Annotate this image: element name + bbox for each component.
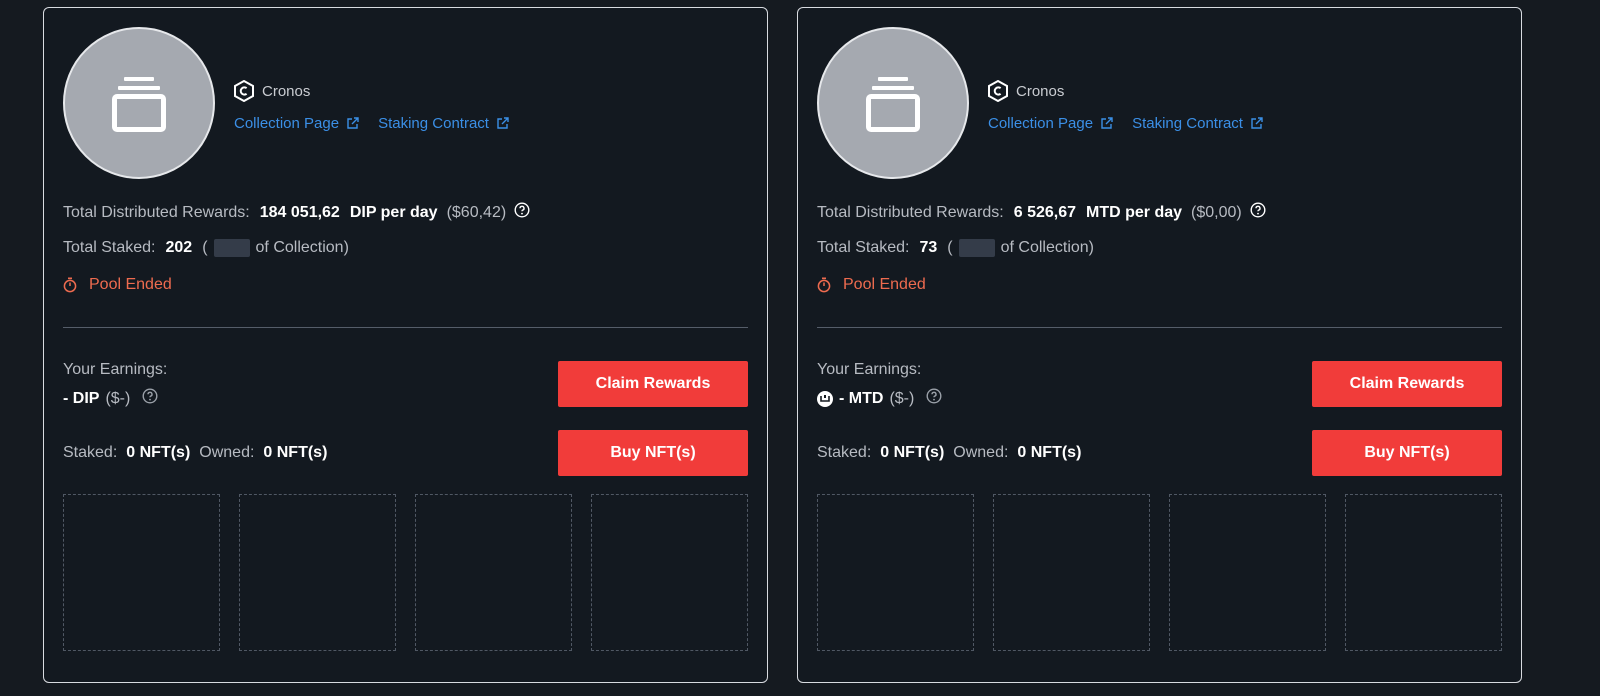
total-rewards-row: Total Distributed Rewards: 184 051,62 DI… (63, 202, 530, 223)
stopwatch-icon (817, 277, 831, 293)
collection-percent-placeholder (958, 239, 995, 257)
staking-contract-link[interactable]: Staking Contract (378, 115, 509, 132)
nft-slot[interactable] (817, 494, 974, 651)
nft-slot-grid (63, 494, 748, 651)
cronos-logo-icon (234, 80, 254, 102)
total-rewards-label: Total Distributed Rewards: (817, 203, 1004, 221)
nft-slot[interactable] (239, 494, 396, 651)
nft-slot-grid (817, 494, 1502, 651)
user-staked-label: Staked: (63, 444, 118, 461)
total-rewards-usd: ($0,00) (1191, 203, 1242, 221)
external-link-icon (497, 117, 509, 129)
collection-avatar (63, 27, 215, 179)
user-staked-label: Staked: (817, 444, 872, 461)
staking-contract-link-label: Staking Contract (378, 115, 489, 132)
total-rewards-usd: ($60,42) (446, 203, 507, 221)
external-link-icon (347, 117, 359, 129)
total-rewards-value: 184 051,62 (259, 203, 340, 221)
nft-slot[interactable] (1345, 494, 1502, 651)
question-circle-icon[interactable] (142, 388, 158, 409)
your-earnings-label: Your Earnings: (63, 361, 168, 378)
stopwatch-icon (63, 277, 77, 293)
your-earnings-label: Your Earnings: (817, 361, 922, 378)
nft-slot[interactable] (993, 494, 1150, 651)
pool-status-text: Pool Ended (89, 276, 172, 293)
total-staked-suffix: of Collection) (255, 239, 349, 256)
staking-pool-card: Cronos Collection Page Staking Contract … (797, 7, 1522, 683)
chain-name: Cronos (262, 82, 311, 100)
collection-stack-icon (866, 77, 920, 132)
chain-badge: Cronos (234, 80, 310, 102)
your-earnings-value-row: - MTD ($-) (817, 388, 942, 409)
user-staked-value: 0 NFT(s) (880, 444, 945, 461)
total-staked-value: 73 (919, 239, 938, 256)
collection-avatar (817, 27, 969, 179)
collection-stack-icon (112, 77, 166, 132)
your-earnings-value: - MTD (839, 389, 884, 407)
token-icon (817, 390, 833, 407)
user-owned-label: Owned: (953, 444, 1009, 461)
your-earnings-label-row: Your Earnings: (817, 361, 921, 379)
your-earnings-usd: ($-) (105, 389, 131, 407)
collection-page-link-label: Collection Page (988, 115, 1094, 132)
total-staked-label: Total Staked: (817, 239, 910, 256)
section-divider (63, 327, 748, 328)
total-staked-open-paren: ( (202, 239, 208, 256)
external-link-icon (1251, 117, 1263, 129)
total-rewards-value: 6 526,67 (1013, 203, 1077, 221)
pool-status-text: Pool Ended (843, 276, 926, 293)
your-earnings-usd: ($-) (889, 389, 915, 407)
staking-contract-link[interactable]: Staking Contract (1132, 115, 1263, 132)
collection-page-link[interactable]: Collection Page (988, 115, 1113, 132)
external-link-icon (1101, 117, 1113, 129)
question-circle-icon[interactable] (514, 202, 530, 223)
user-staked-value: 0 NFT(s) (126, 444, 191, 461)
total-staked-open-paren: ( (947, 239, 953, 256)
claim-rewards-button[interactable]: Claim Rewards (558, 361, 748, 407)
total-staked-label: Total Staked: (63, 239, 156, 256)
your-earnings-value: - DIP (63, 389, 100, 407)
total-rewards-unit: MTD per day (1086, 203, 1183, 221)
total-staked-row: Total Staked: 202 ( of Collection) (63, 239, 349, 257)
pool-status: Pool Ended (817, 276, 926, 294)
chain-badge: Cronos (988, 80, 1064, 102)
user-owned-value: 0 NFT(s) (263, 444, 328, 461)
user-nft-counts: Staked: 0 NFT(s) Owned: 0 NFT(s) (817, 444, 1081, 462)
staking-pool-card: Cronos Collection Page Staking Contract … (43, 7, 768, 683)
question-circle-icon[interactable] (926, 388, 942, 409)
your-earnings-value-row: - DIP ($-) (63, 388, 158, 409)
claim-rewards-button[interactable]: Claim Rewards (1312, 361, 1502, 407)
buy-nft-button[interactable]: Buy NFT(s) (558, 430, 748, 476)
cronos-logo-icon (988, 80, 1008, 102)
user-nft-counts: Staked: 0 NFT(s) Owned: 0 NFT(s) (63, 444, 327, 462)
user-owned-label: Owned: (199, 444, 255, 461)
total-staked-row: Total Staked: 73 ( of Collection) (817, 239, 1094, 257)
collection-page-link-label: Collection Page (234, 115, 340, 132)
collection-page-link[interactable]: Collection Page (234, 115, 359, 132)
staking-contract-link-label: Staking Contract (1132, 115, 1243, 132)
total-rewards-row: Total Distributed Rewards: 6 526,67 MTD … (817, 202, 1266, 223)
total-rewards-unit: DIP per day (349, 203, 438, 221)
user-owned-value: 0 NFT(s) (1017, 444, 1082, 461)
buy-nft-button[interactable]: Buy NFT(s) (1312, 430, 1502, 476)
nft-slot[interactable] (591, 494, 748, 651)
nft-slot[interactable] (63, 494, 220, 651)
collection-percent-placeholder (213, 239, 250, 257)
your-earnings-label-row: Your Earnings: (63, 361, 167, 379)
total-staked-suffix: of Collection) (1000, 239, 1094, 256)
section-divider (817, 327, 1502, 328)
nft-slot[interactable] (415, 494, 572, 651)
nft-slot[interactable] (1169, 494, 1326, 651)
total-staked-value: 202 (165, 239, 193, 256)
total-rewards-label: Total Distributed Rewards: (63, 203, 250, 221)
pool-status: Pool Ended (63, 276, 172, 294)
chain-name: Cronos (1016, 82, 1065, 100)
question-circle-icon[interactable] (1250, 202, 1266, 223)
